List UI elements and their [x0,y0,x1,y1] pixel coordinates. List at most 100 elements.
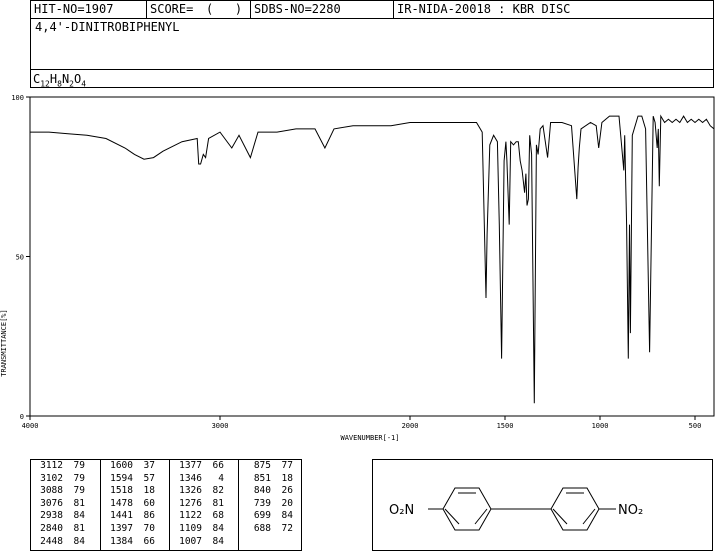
molecular-formula: C12H8N2O4 [31,69,713,88]
peak-transmittance: 84 [281,510,293,522]
peak-column: 3112 79 3102 79 3088 79 3076 81 2938 84 2840 81 2448… [31,460,100,550]
peak-wavenumber: 739 [253,497,271,509]
peak-wavenumber: 840 [253,485,271,497]
peak-transmittance: 60 [143,497,155,509]
x-tick-label: 500 [689,422,702,430]
score-label: SCORE= [146,1,203,18]
molecule-structure: O₂N NO₂ [389,487,643,531]
peak-row: 1478 60 [101,498,169,511]
peak-row: 851 18 [239,473,302,486]
peak-transmittance: 81 [212,497,224,509]
sdbs-number: SDBS-NO=2280 [250,1,393,18]
peak-transmittance: 82 [212,485,224,497]
peak-transmittance: 84 [212,522,224,534]
peak-wavenumber: 1346 [179,472,202,484]
peak-transmittance: 66 [143,535,155,547]
header-row: HIT-NO=1907 SCORE= ( ) SDBS-NO=2280 IR-N… [31,1,713,19]
ir-spectrum-chart: 4000 3000 2000 1500 1000 500 0 50 100 WAVENUMBER… [0,94,715,442]
peak-row: 1109 84 [170,523,238,536]
peak-transmittance: 68 [212,510,224,522]
transmittance-trace [30,114,715,404]
y-tick-label: 100 [11,94,24,102]
peak-wavenumber: 688 [253,522,271,534]
y-axis-label: TRANSMITTANCE[%] [0,309,8,376]
peak-transmittance: 18 [281,472,293,484]
peak-row: 2448 84 [31,536,100,549]
peak-transmittance: 81 [73,522,85,534]
peak-row: 2840 81 [31,523,100,536]
peak-table: 3112 79 3102 79 3088 79 3076 81 2938 84 2840 81 2448… [30,459,302,551]
peak-row: 1122 68 [170,510,238,523]
peak-transmittance: 86 [143,510,155,522]
peak-wavenumber: 699 [253,510,271,522]
peak-wavenumber: 1377 [179,460,202,471]
peak-row: 1384 66 [101,536,169,549]
x-tick-label: 2000 [402,422,419,430]
x-axis-label: WAVENUMBER[-1] [340,434,399,442]
peak-transmittance: 84 [73,510,85,522]
peak-row: 1276 81 [170,498,238,511]
plot-frame [29,96,715,417]
x-tick-label: 3000 [212,422,229,430]
x-tick-label: 4000 [22,422,39,430]
benzene-ring [550,487,600,531]
peak-transmittance: 66 [212,460,224,471]
peak-transmittance: 4 [218,472,224,484]
peak-row: 1346 4 [170,473,238,486]
compound-name: 4,4'-DINITROBIPHENYL [35,20,180,34]
benzene-ring [442,487,492,531]
ir-info: IR-NIDA-20018 : KBR DISC [393,1,714,18]
peak-wavenumber: 3088 [40,485,63,497]
peak-row: 3102 79 [31,473,100,486]
peak-row: 840 26 [239,485,302,498]
peak-wavenumber: 1122 [179,510,202,522]
hit-number: HIT-NO=1907 [34,2,114,16]
peak-row: 1377 66 [170,460,238,473]
peak-row: 875 77 [239,460,302,473]
peak-transmittance: 26 [281,485,293,497]
peak-row: 3076 81 [31,498,100,511]
peak-column: 1377 66 1346 4 1326 82 1276 81 1122 68 1109 84 1007 8… [169,460,238,550]
peak-wavenumber: 1384 [110,535,133,547]
nitro-group-right: NO₂ [618,503,643,518]
peak-row: 688 72 [239,523,302,536]
structure-panel: O₂N NO₂ [372,459,713,551]
x-tick-label: 1500 [497,422,514,430]
peak-wavenumber: 1594 [110,472,133,484]
peak-wavenumber: 1441 [110,510,133,522]
y-tick-label: 0 [20,413,24,421]
peak-transmittance: 57 [143,472,155,484]
peak-row: 1594 57 [101,473,169,486]
peak-wavenumber: 3102 [40,472,63,484]
peak-row: 1007 84 [170,536,238,549]
score-value: ( ) [206,2,243,16]
peak-wavenumber: 1478 [110,497,133,509]
peak-wavenumber: 1007 [179,535,202,547]
peak-wavenumber: 3076 [40,497,63,509]
peak-row: 699 84 [239,510,302,523]
peak-wavenumber: 3112 [40,460,63,471]
peak-transmittance: 79 [73,460,85,471]
peak-row: 3112 79 [31,460,100,473]
peak-wavenumber: 1518 [110,485,133,497]
peak-wavenumber: 2448 [40,535,63,547]
peak-transmittance: 18 [143,485,155,497]
peak-transmittance: 84 [212,535,224,547]
peak-transmittance: 77 [281,460,293,471]
peak-row: 1326 82 [170,485,238,498]
x-tick-label: 1000 [592,422,609,430]
y-tick-label: 50 [16,254,24,262]
peak-row: 739 20 [239,498,302,511]
peak-column: 1600 37 1594 57 1518 18 1478 60 1441 86 1397 70 1384… [100,460,169,550]
peak-row: 3088 79 [31,485,100,498]
peak-wavenumber: 2840 [40,522,63,534]
peak-transmittance: 70 [143,522,155,534]
peak-wavenumber: 1326 [179,485,202,497]
peak-transmittance: 79 [73,472,85,484]
peak-wavenumber: 1276 [179,497,202,509]
peak-row: 1397 70 [101,523,169,536]
peak-transmittance: 72 [281,522,293,534]
peak-wavenumber: 875 [253,460,271,471]
peak-wavenumber: 1397 [110,522,133,534]
peak-transmittance: 79 [73,485,85,497]
